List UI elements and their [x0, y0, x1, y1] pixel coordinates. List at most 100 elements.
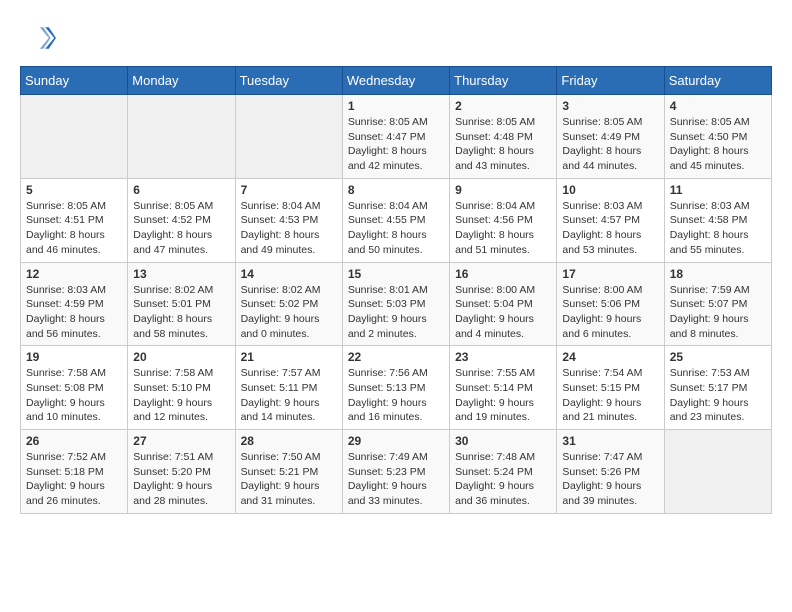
calendar-cell: 24 Sunrise: 7:54 AM Sunset: 5:15 PM Dayli…: [557, 346, 664, 430]
calendar-cell: 11 Sunrise: 8:03 AM Sunset: 4:58 PM Dayli…: [664, 178, 771, 262]
day-info: Sunrise: 8:04 AM Sunset: 4:53 PM Dayligh…: [241, 199, 337, 258]
day-number: 19: [26, 350, 122, 364]
calendar-cell: 3 Sunrise: 8:05 AM Sunset: 4:49 PM Daylig…: [557, 95, 664, 179]
day-info: Sunrise: 8:00 AM Sunset: 5:06 PM Dayligh…: [562, 283, 658, 342]
day-info: Sunrise: 7:59 AM Sunset: 5:07 PM Dayligh…: [670, 283, 766, 342]
calendar-cell: 18 Sunrise: 7:59 AM Sunset: 5:07 PM Dayli…: [664, 262, 771, 346]
calendar-cell: 22Sunrise: 7:56 AM Sunset: 5:13 PM Dayli…: [342, 346, 449, 430]
calendar-cell: [128, 95, 235, 179]
calendar-cell: 12 Sunrise: 8:03 AM Sunset: 4:59 PM Dayli…: [21, 262, 128, 346]
calendar-cell: 2 Sunrise: 8:05 AM Sunset: 4:48 PM Daylig…: [450, 95, 557, 179]
logo-icon: [20, 20, 56, 56]
calendar-cell: 23 Sunrise: 7:55 AM Sunset: 5:14 PM Dayli…: [450, 346, 557, 430]
calendar-cell: 1 Sunrise: 8:05 AM Sunset: 4:47 PM Daylig…: [342, 95, 449, 179]
day-number: 27: [133, 434, 229, 448]
day-number: 2: [455, 99, 551, 113]
day-number: 4: [670, 99, 766, 113]
day-info: Sunrise: 7:55 AM Sunset: 5:14 PM Dayligh…: [455, 366, 551, 425]
calendar-week-2: 5 Sunrise: 8:05 AM Sunset: 4:51 PM Daylig…: [21, 178, 772, 262]
day-info: Sunrise: 8:05 AM Sunset: 4:50 PM Dayligh…: [670, 115, 766, 174]
day-info: Sunrise: 8:05 AM Sunset: 4:48 PM Dayligh…: [455, 115, 551, 174]
calendar-cell: 13 Sunrise: 8:02 AM Sunset: 5:01 PM Dayli…: [128, 262, 235, 346]
day-number: 6: [133, 183, 229, 197]
logo: [20, 20, 60, 56]
calendar-cell: 31 Sunrise: 7:47 AM Sunset: 5:26 PM Dayli…: [557, 430, 664, 514]
calendar-cell: 5 Sunrise: 8:05 AM Sunset: 4:51 PM Daylig…: [21, 178, 128, 262]
day-number: 28: [241, 434, 337, 448]
day-number: 5: [26, 183, 122, 197]
day-number: 17: [562, 267, 658, 281]
day-number: 10: [562, 183, 658, 197]
header: [20, 20, 772, 56]
calendar-cell: 14Sunrise: 8:02 AM Sunset: 5:02 PM Dayli…: [235, 262, 342, 346]
day-number: 22: [348, 350, 444, 364]
day-info: Sunrise: 8:05 AM Sunset: 4:47 PM Dayligh…: [348, 115, 444, 174]
day-number: 8: [348, 183, 444, 197]
calendar-cell: 19 Sunrise: 7:58 AM Sunset: 5:08 PM Dayli…: [21, 346, 128, 430]
day-info: Sunrise: 7:57 AM Sunset: 5:11 PM Dayligh…: [241, 366, 337, 425]
calendar-week-1: 1 Sunrise: 8:05 AM Sunset: 4:47 PM Daylig…: [21, 95, 772, 179]
day-number: 31: [562, 434, 658, 448]
day-info: Sunrise: 8:02 AM Sunset: 5:01 PM Dayligh…: [133, 283, 229, 342]
calendar-cell: 21Sunrise: 7:57 AM Sunset: 5:11 PM Dayli…: [235, 346, 342, 430]
day-info: Sunrise: 8:05 AM Sunset: 4:51 PM Dayligh…: [26, 199, 122, 258]
calendar-cell: 17 Sunrise: 8:00 AM Sunset: 5:06 PM Dayli…: [557, 262, 664, 346]
day-number: 11: [670, 183, 766, 197]
day-info: Sunrise: 7:51 AM Sunset: 5:20 PM Dayligh…: [133, 450, 229, 509]
calendar-cell: 27 Sunrise: 7:51 AM Sunset: 5:20 PM Dayli…: [128, 430, 235, 514]
column-header-monday: Monday: [128, 67, 235, 95]
column-header-sunday: Sunday: [21, 67, 128, 95]
calendar-cell: [21, 95, 128, 179]
day-number: 3: [562, 99, 658, 113]
day-info: Sunrise: 8:03 AM Sunset: 4:58 PM Dayligh…: [670, 199, 766, 258]
calendar-cell: 10Sunrise: 8:03 AM Sunset: 4:57 PM Dayli…: [557, 178, 664, 262]
day-info: Sunrise: 7:47 AM Sunset: 5:26 PM Dayligh…: [562, 450, 658, 509]
column-header-friday: Friday: [557, 67, 664, 95]
day-info: Sunrise: 7:49 AM Sunset: 5:23 PM Dayligh…: [348, 450, 444, 509]
calendar-cell: 25 Sunrise: 7:53 AM Sunset: 5:17 PM Dayli…: [664, 346, 771, 430]
day-info: Sunrise: 8:04 AM Sunset: 4:56 PM Dayligh…: [455, 199, 551, 258]
day-number: 18: [670, 267, 766, 281]
column-header-wednesday: Wednesday: [342, 67, 449, 95]
calendar-cell: 15 Sunrise: 8:01 AM Sunset: 5:03 PM Dayli…: [342, 262, 449, 346]
calendar-cell: [235, 95, 342, 179]
page: SundayMondayTuesdayWednesdayThursdayFrid…: [0, 0, 792, 524]
calendar-cell: 28Sunrise: 7:50 AM Sunset: 5:21 PM Dayli…: [235, 430, 342, 514]
day-number: 9: [455, 183, 551, 197]
day-number: 7: [241, 183, 337, 197]
column-header-saturday: Saturday: [664, 67, 771, 95]
day-info: Sunrise: 7:54 AM Sunset: 5:15 PM Dayligh…: [562, 366, 658, 425]
day-info: Sunrise: 7:58 AM Sunset: 5:10 PM Dayligh…: [133, 366, 229, 425]
calendar-cell: 29 Sunrise: 7:49 AM Sunset: 5:23 PM Dayli…: [342, 430, 449, 514]
day-info: Sunrise: 8:04 AM Sunset: 4:55 PM Dayligh…: [348, 199, 444, 258]
calendar-cell: 30Sunrise: 7:48 AM Sunset: 5:24 PM Dayli…: [450, 430, 557, 514]
day-info: Sunrise: 7:58 AM Sunset: 5:08 PM Dayligh…: [26, 366, 122, 425]
calendar-cell: 6 Sunrise: 8:05 AM Sunset: 4:52 PM Daylig…: [128, 178, 235, 262]
calendar-cell: 26Sunrise: 7:52 AM Sunset: 5:18 PM Dayli…: [21, 430, 128, 514]
calendar-week-3: 12 Sunrise: 8:03 AM Sunset: 4:59 PM Dayli…: [21, 262, 772, 346]
day-number: 20: [133, 350, 229, 364]
day-info: Sunrise: 8:05 AM Sunset: 4:49 PM Dayligh…: [562, 115, 658, 174]
calendar-cell: 20 Sunrise: 7:58 AM Sunset: 5:10 PM Dayli…: [128, 346, 235, 430]
day-info: Sunrise: 8:03 AM Sunset: 4:59 PM Dayligh…: [26, 283, 122, 342]
day-number: 1: [348, 99, 444, 113]
day-number: 13: [133, 267, 229, 281]
day-number: 16: [455, 267, 551, 281]
calendar-header-row: SundayMondayTuesdayWednesdayThursdayFrid…: [21, 67, 772, 95]
day-number: 29: [348, 434, 444, 448]
column-header-tuesday: Tuesday: [235, 67, 342, 95]
calendar-cell: [664, 430, 771, 514]
calendar-cell: 16Sunrise: 8:00 AM Sunset: 5:04 PM Dayli…: [450, 262, 557, 346]
calendar-week-4: 19 Sunrise: 7:58 AM Sunset: 5:08 PM Dayli…: [21, 346, 772, 430]
day-number: 23: [455, 350, 551, 364]
day-number: 25: [670, 350, 766, 364]
day-info: Sunrise: 7:48 AM Sunset: 5:24 PM Dayligh…: [455, 450, 551, 509]
day-number: 12: [26, 267, 122, 281]
day-number: 24: [562, 350, 658, 364]
column-header-thursday: Thursday: [450, 67, 557, 95]
day-info: Sunrise: 8:05 AM Sunset: 4:52 PM Dayligh…: [133, 199, 229, 258]
day-number: 15: [348, 267, 444, 281]
day-number: 26: [26, 434, 122, 448]
day-info: Sunrise: 7:53 AM Sunset: 5:17 PM Dayligh…: [670, 366, 766, 425]
day-info: Sunrise: 8:01 AM Sunset: 5:03 PM Dayligh…: [348, 283, 444, 342]
